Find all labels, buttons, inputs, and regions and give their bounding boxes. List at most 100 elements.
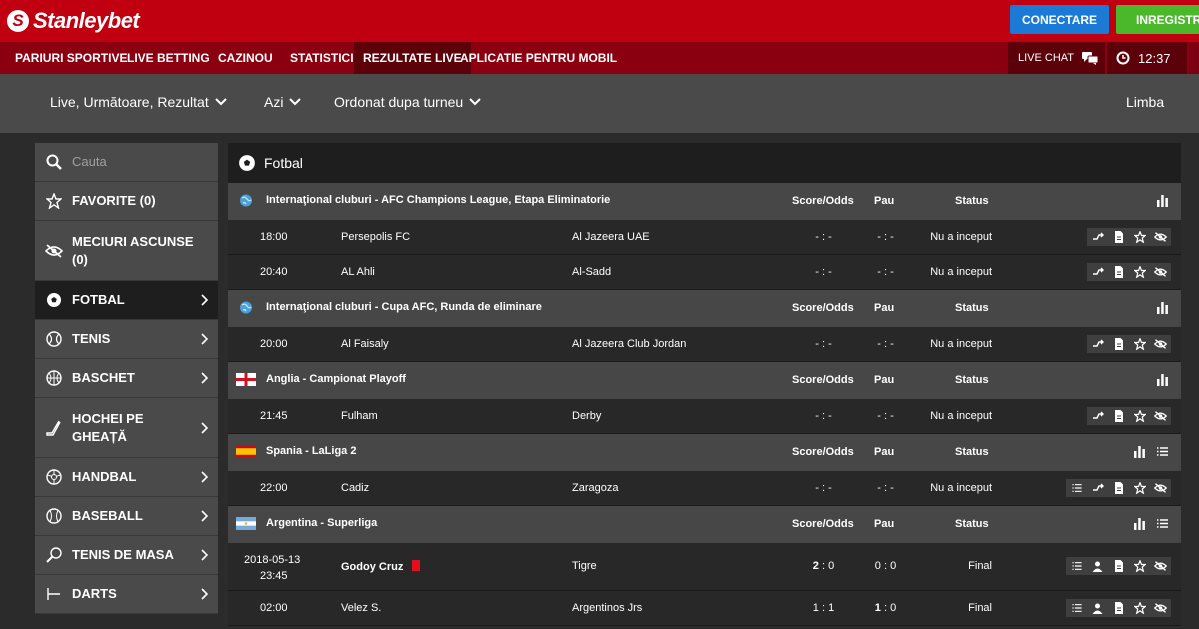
- sidebar-item-tenis-de-masa[interactable]: TENIS DE MASA: [35, 536, 218, 575]
- nav-statistici[interactable]: STATISTICI: [290, 42, 354, 74]
- sidebar-item-hochei[interactable]: HOCHEI PE GHEAȚĂ: [35, 398, 218, 458]
- mode-filter-dropdown[interactable]: Live, Următoare, Rezultat: [50, 94, 227, 110]
- sidebar-item-label: FAVORITE (0): [72, 193, 156, 208]
- star-icon[interactable]: [1129, 407, 1150, 425]
- list-icon[interactable]: [1066, 479, 1087, 497]
- eye-off-icon[interactable]: [1150, 263, 1171, 281]
- eye-off-icon[interactable]: [1150, 599, 1171, 617]
- stats-chart-icon[interactable]: [1156, 301, 1169, 314]
- eye-off-icon[interactable]: [1150, 407, 1171, 425]
- eye-off-icon[interactable]: [1150, 479, 1171, 497]
- register-button[interactable]: INREGISTRARE: [1116, 5, 1199, 34]
- chevron-right-icon: [201, 421, 208, 434]
- sidebar-item-tenis[interactable]: TENIS: [35, 320, 218, 359]
- order-filter-dropdown[interactable]: Ordonat dupa turneu: [334, 94, 481, 110]
- sidebar-item-baseball[interactable]: BASEBALL: [35, 497, 218, 536]
- eye-off-icon[interactable]: [1150, 557, 1171, 575]
- chat-bubbles-icon: [1082, 51, 1099, 65]
- document-icon[interactable]: [1108, 599, 1129, 617]
- league-header: Spania - LaLiga 2 Score/Odds Pau Status: [228, 434, 1181, 471]
- lineup-icon[interactable]: [1087, 335, 1108, 353]
- away-team: Al Jazeera Club Jordan: [572, 338, 687, 350]
- match-row[interactable]: 22:00 Cadiz Zaragoza - : - - : - Nu a in…: [228, 471, 1181, 506]
- search-input[interactable]: Cauta: [35, 143, 218, 182]
- spain-flag-icon: [236, 445, 256, 458]
- lineup-icon[interactable]: [1087, 228, 1108, 246]
- document-icon[interactable]: [1108, 228, 1129, 246]
- connect-button[interactable]: CONECTARE: [1010, 5, 1109, 34]
- eye-off-icon[interactable]: [1150, 228, 1171, 246]
- match-row[interactable]: 18:00 Persepolis FC Al Jazeera UAE - : -…: [228, 220, 1181, 255]
- list-icon[interactable]: [1156, 445, 1169, 458]
- sidebar-item-baschet[interactable]: BASCHET: [35, 359, 218, 398]
- match-row[interactable]: 2018-05-13 23:45 Godoy Cruz Tigre 2 : 0 0…: [228, 543, 1181, 591]
- chevron-right-icon: [201, 471, 208, 483]
- league-name: Internaţional cluburi - AFC Champions Le…: [266, 194, 611, 206]
- day-filter-dropdown[interactable]: Azi: [264, 94, 302, 110]
- player-icon[interactable]: [1087, 599, 1108, 617]
- document-icon[interactable]: [1108, 479, 1129, 497]
- live-chat-button[interactable]: LIVE CHAT: [1008, 42, 1105, 74]
- sidebar-item-handbal[interactable]: HANDBAL: [35, 458, 218, 497]
- pau-header: Pau: [874, 302, 895, 314]
- away-team: Al-Sadd: [572, 266, 612, 278]
- clock-time: 12:37: [1138, 50, 1171, 66]
- main-nav: PARIURI SPORTIVE LIVE BETTING CAZINOU ST…: [0, 42, 1199, 74]
- stats-chart-icon[interactable]: [1133, 517, 1146, 530]
- list-icon[interactable]: [1066, 599, 1087, 617]
- nav-rezultate-live[interactable]: REZULTATE LIVE: [354, 42, 471, 74]
- list-icon[interactable]: [1066, 557, 1087, 575]
- sidebar-item-favorite[interactable]: FAVORITE (0): [35, 182, 218, 221]
- star-icon[interactable]: [1129, 228, 1150, 246]
- star-icon[interactable]: [1129, 335, 1150, 353]
- document-icon[interactable]: [1108, 407, 1129, 425]
- document-icon[interactable]: [1108, 335, 1129, 353]
- baseball-icon: [45, 507, 63, 525]
- results-panel: Fotbal Internaţional cluburi - AFC Champ…: [228, 143, 1181, 626]
- document-icon[interactable]: [1108, 263, 1129, 281]
- star-icon[interactable]: [1129, 479, 1150, 497]
- order-filter-label: Ordonat dupa turneu: [334, 94, 464, 110]
- stats-chart-icon[interactable]: [1156, 373, 1169, 386]
- lineup-icon[interactable]: [1087, 263, 1108, 281]
- soccer-ball-icon: [239, 155, 255, 171]
- eye-off-icon[interactable]: [1150, 335, 1171, 353]
- live-chat-label: LIVE CHAT: [1018, 52, 1075, 64]
- nav-aplicatie-mobil[interactable]: APLICATIE PENTRU MOBIL: [460, 42, 617, 74]
- stats-chart-icon[interactable]: [1133, 445, 1146, 458]
- nav-cazinou[interactable]: CAZINOU: [218, 42, 273, 74]
- halftime-score: 0 : 0: [874, 560, 897, 572]
- nav-pariuri-sportive[interactable]: PARIURI SPORTIVE: [15, 42, 127, 74]
- stats-chart-icon[interactable]: [1156, 194, 1169, 207]
- nav-live-betting[interactable]: LIVE BETTING: [127, 42, 210, 74]
- list-icon[interactable]: [1156, 517, 1169, 530]
- status-header: Status: [955, 374, 989, 386]
- tennis-ball-icon: [45, 330, 63, 348]
- lineup-icon[interactable]: [1087, 407, 1108, 425]
- sidebar-item-hidden-matches[interactable]: MECIURI ASCUNSE (0): [35, 221, 218, 281]
- star-icon[interactable]: [1129, 557, 1150, 575]
- score-header: Score/Odds: [792, 195, 854, 207]
- clock-icon: [1116, 51, 1130, 65]
- match-row[interactable]: 20:00 Al Faisaly Al Jazeera Club Jordan …: [228, 327, 1181, 362]
- language-selector[interactable]: Limba: [1126, 94, 1164, 110]
- pau-away: 0: [890, 602, 897, 614]
- match-row[interactable]: 20:40 AL Ahli Al-Sadd - : - - : - Nu a i…: [228, 255, 1181, 290]
- chevron-right-icon: [201, 510, 208, 522]
- match-actions: [1066, 479, 1171, 497]
- lineup-icon[interactable]: [1087, 479, 1108, 497]
- player-icon[interactable]: [1087, 557, 1108, 575]
- status-header: Status: [955, 302, 989, 314]
- home-team: Godoy Cruz: [341, 561, 404, 573]
- match-row[interactable]: 21:45 Fulham Derby - : - - : - Nu a ince…: [228, 399, 1181, 434]
- star-icon[interactable]: [1129, 263, 1150, 281]
- home-team: Velez S.: [341, 602, 382, 614]
- chevron-right-icon: [201, 333, 208, 345]
- stanleybet-logo[interactable]: S Stanleybet: [7, 8, 140, 34]
- match-row[interactable]: 02:00 Velez S. Argentinos Jrs 1 : 1 1 : …: [228, 591, 1181, 626]
- sidebar-item-darts[interactable]: DARTS: [35, 575, 218, 614]
- sidebar-item-fotbal[interactable]: FOTBAL: [35, 281, 218, 320]
- document-icon[interactable]: [1108, 557, 1129, 575]
- star-icon[interactable]: [1129, 599, 1150, 617]
- league-name: Anglia - Campionat Playoff: [266, 373, 406, 385]
